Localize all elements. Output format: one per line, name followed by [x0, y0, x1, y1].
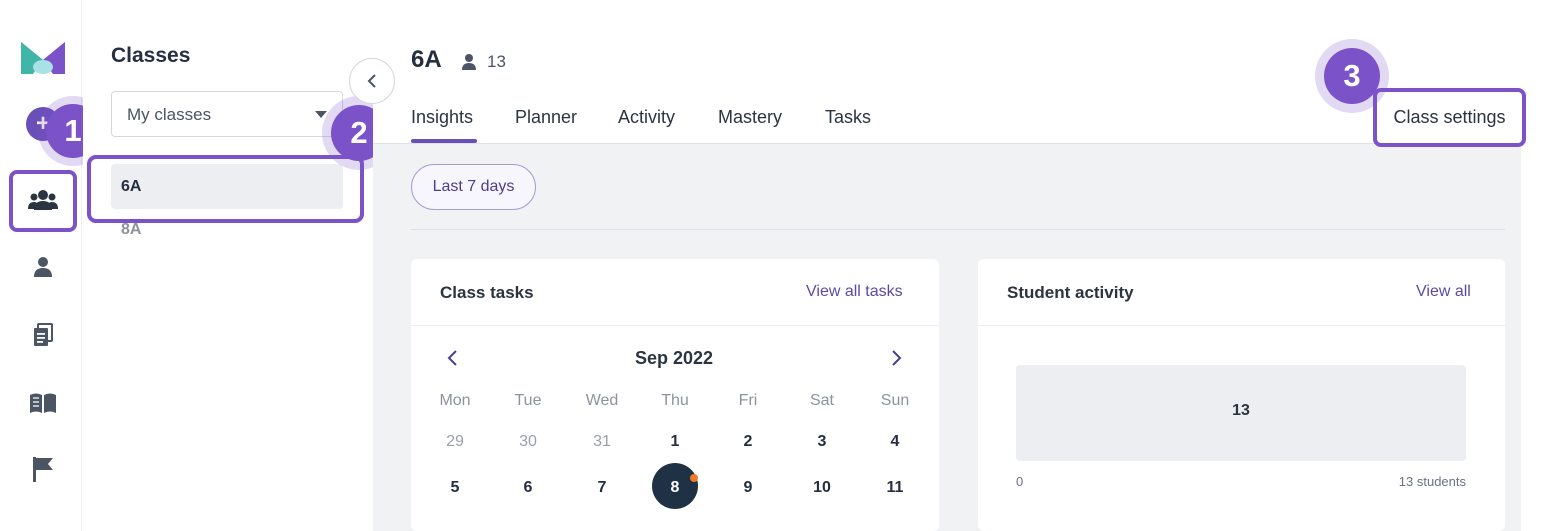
class-settings-button[interactable]: Class settings [1373, 88, 1526, 147]
prev-month-icon[interactable] [446, 349, 460, 367]
collapse-panel-button[interactable] [349, 58, 395, 104]
chevron-left-icon [367, 74, 376, 88]
calendar-day[interactable]: 30 [503, 433, 553, 451]
callout-3-badge: 3 [1324, 48, 1380, 104]
weekday-thu: Thu [661, 392, 689, 409]
classes-panel [83, 0, 373, 531]
student-count-icon [462, 54, 476, 70]
calendar-day[interactable]: 29 [430, 433, 480, 451]
calendar-day[interactable]: 5 [430, 479, 480, 497]
weekday-tue: Tue [514, 392, 542, 409]
tab-activity[interactable]: Activity [618, 107, 675, 128]
weekday-mon: Mon [439, 392, 471, 409]
calendar-day[interactable]: 10 [797, 479, 847, 497]
class-filter-value: My classes [127, 105, 212, 124]
documents-icon[interactable] [26, 318, 60, 352]
view-all-activity-link[interactable]: View all [1416, 283, 1471, 301]
class-title: 6A [411, 46, 442, 73]
calendar-day[interactable]: 9 [723, 479, 773, 497]
student-activity-title: Student activity [1007, 283, 1134, 302]
app-logo[interactable] [19, 40, 67, 74]
weekday-sun: Sun [880, 392, 910, 409]
calendar-day[interactable]: 31 [577, 433, 627, 451]
activity-axis-min: 0 [1016, 474, 1024, 489]
weekday-wed: Wed [585, 392, 619, 409]
people-icon[interactable] [26, 183, 60, 217]
class-6a-highlight [87, 155, 364, 223]
student-activity-card-divider [978, 325, 1505, 326]
class-list-item-8a[interactable]: 8A [121, 221, 141, 239]
student-count: 13 [487, 52, 506, 71]
next-month-icon[interactable] [889, 349, 903, 367]
class-tasks-title: Class tasks [440, 283, 534, 302]
active-tab-indicator [411, 139, 477, 143]
weekday-sat: Sat [809, 392, 834, 409]
book-icon[interactable] [26, 386, 60, 420]
calendar-day[interactable]: 2 [723, 433, 773, 451]
tab-mastery[interactable]: Mastery [718, 107, 782, 128]
section-divider [411, 229, 1505, 230]
date-range-filter[interactable]: Last 7 days [411, 164, 536, 210]
calendar-day[interactable]: 11 [870, 479, 920, 497]
weekday-fri: Fri [738, 392, 758, 409]
calendar-day[interactable]: 1 [650, 433, 700, 451]
activity-axis-max: 13 students [1398, 474, 1466, 489]
class-tasks-card-divider [411, 325, 939, 326]
tab-insights[interactable]: Insights [411, 107, 473, 128]
calendar-day[interactable]: 6 [503, 479, 553, 497]
person-icon[interactable] [26, 250, 60, 284]
activity-bar-value: 13 [1232, 402, 1250, 419]
calendar-day[interactable]: 7 [577, 479, 627, 497]
tab-tasks[interactable]: Tasks [825, 107, 871, 128]
calendar-day[interactable]: 4 [870, 433, 920, 451]
flag-icon[interactable] [26, 452, 60, 486]
tab-planner[interactable]: Planner [515, 107, 577, 128]
classes-panel-title: Classes [111, 44, 191, 67]
calendar-day[interactable]: 3 [797, 433, 847, 451]
calendar-month: Sep 2022 [634, 348, 714, 368]
calendar-day-today[interactable]: 8 [650, 479, 700, 497]
view-all-tasks-link[interactable]: View all tasks [806, 283, 903, 301]
